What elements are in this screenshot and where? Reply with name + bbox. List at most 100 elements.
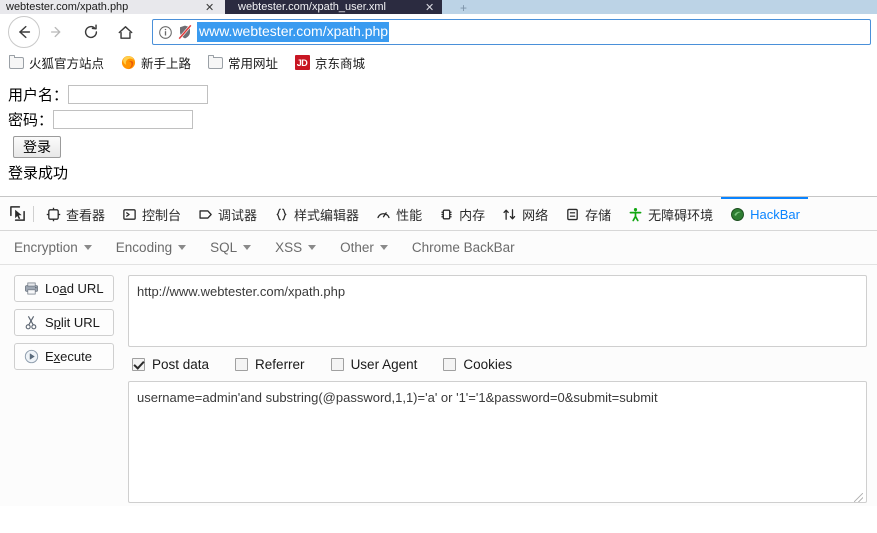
debugger-icon [197,207,213,223]
page-content: 用户名： 密码： 登录 登录成功 [0,76,877,196]
bookmark-item-3-label: 常用网址 [228,57,279,71]
reload-icon [84,24,98,39]
info-circle-icon[interactable] [158,25,173,40]
devtools-tab-performance-label: 性能 [396,208,423,223]
devtools-tab-memory[interactable]: 内存 [430,197,493,230]
forward-arrow-icon [50,26,61,38]
accessibility-icon [627,207,643,223]
devtools-tab-style-editor[interactable]: 样式编辑器 [265,197,367,230]
bookmark-item-2-label: 新手上路 [141,57,192,71]
bookmarks-toolbar: 火狐官方站点 新手上路 常用网址 JD 京东商城 [0,50,877,76]
performance-icon [375,207,391,223]
jd-icon: JD [294,55,310,71]
element-picker-icon[interactable] [4,201,30,227]
split-url-button-label: Split URL [45,315,100,330]
folder-icon [207,54,223,71]
execute-button-label: Execute [45,349,92,364]
username-input[interactable] [68,85,209,104]
bookmark-item-2[interactable]: 新手上路 [120,53,191,72]
bookmark-item-1[interactable]: 火狐官方站点 [8,53,104,72]
address-bar-url-text[interactable]: www.webtester.com/xpath.php [197,22,390,42]
browser-tab-1-close-icon[interactable]: ✕ [205,2,214,14]
cookies-checkbox[interactable] [443,357,457,371]
hackbar-menu-encoding-label: Encoding [115,240,173,255]
devtools-tab-performance[interactable]: 性能 [367,197,430,230]
chevron-down-icon [178,245,187,250]
devtools-tab-accessibility-label: 无障碍环境 [648,208,714,223]
hackbar-menu-other[interactable]: Other [340,240,388,255]
hackbar-menu-chrome-backbar-label: Chrome BackBar [411,240,515,255]
new-tab-button[interactable]: + [460,1,467,14]
user-agent-checkbox-row[interactable]: User Agent [330,356,418,372]
chevron-down-icon [243,245,252,250]
devtools-tab-hackbar-label: HackBar [750,207,800,222]
browser-tab-2-title: webtester.com/xpath_user.xml [238,1,386,13]
hackbar-menu-encoding[interactable]: Encoding [115,240,187,255]
devtools-panel: 查看器 控制台 调试器 样式编辑器 性能 内存 网络 存储 无障碍环境 Hack… [0,196,877,506]
hackbar-menu-sql[interactable]: SQL [210,240,252,255]
login-submit-button[interactable]: 登录 [13,136,61,159]
hackbar-menu-xss[interactable]: XSS [275,240,317,255]
hackbar-options-row: Post data Referrer User Agent Cookies [128,347,867,381]
referrer-checkbox[interactable] [235,357,249,371]
username-row: 用户名： [8,84,877,105]
chevron-down-icon [308,245,317,250]
hackbar-menu-encryption[interactable]: Encryption [14,240,92,255]
bookmark-item-4-label: 京东商城 [315,57,366,71]
network-icon [501,207,517,223]
hackbar-menu-sql-label: SQL [210,240,238,255]
shield-slashed-icon[interactable] [177,24,193,40]
hackbar-url-textarea[interactable]: http://www.webtester.com/xpath.php [128,275,867,347]
reload-button[interactable] [74,15,108,49]
style-editor-icon [273,207,289,223]
devtools-tab-storage[interactable]: 存储 [556,197,619,230]
devtools-tab-console-label: 控制台 [142,208,182,223]
devtools-tab-debugger-label: 调试器 [218,208,258,223]
referrer-checkbox-row[interactable]: Referrer [235,357,305,372]
cookies-label: Cookies [463,356,513,372]
execute-button[interactable]: Execute [14,343,114,370]
address-bar[interactable]: www.webtester.com/xpath.php [152,19,871,45]
user-agent-label: User Agent [350,356,418,372]
load-url-button[interactable]: Load URL [14,275,114,302]
cookies-checkbox-row[interactable]: Cookies [443,357,512,372]
devtools-tab-inspector[interactable]: 查看器 [37,197,113,230]
submit-row: 登录 [8,134,877,159]
password-input[interactable] [53,110,194,129]
post-data-checkbox[interactable] [132,357,145,371]
devtools-tab-console[interactable]: 控制台 [113,197,189,230]
hackbar-post-data-textarea[interactable]: username=admin'and substring(@password,1… [128,381,867,503]
console-icon [121,207,137,223]
forward-button[interactable] [40,15,74,49]
back-button[interactable] [8,16,40,48]
browser-tab-2[interactable]: webtester.com/xpath_user.xml [232,0,442,14]
hackbar-fields: http://www.webtester.com/xpath.php Post … [128,275,867,506]
post-data-textarea-wrapper: username=admin'and substring(@password,1… [128,381,867,506]
bookmark-item-4[interactable]: JD 京东商城 [294,53,365,72]
post-data-checkbox-row[interactable]: Post data [132,357,209,372]
split-url-button[interactable]: Split URL [14,309,114,336]
bookmark-item-1-label: 火狐官方站点 [29,57,105,71]
home-icon [118,25,132,39]
devtools-tab-accessibility[interactable]: 无障碍环境 [619,197,721,230]
inspector-icon [45,207,61,223]
login-status-message: 登录成功 [8,165,69,183]
browser-tab-1-title: webtester.com/xpath.php [6,1,129,13]
devtools-tab-network[interactable]: 网络 [493,197,556,230]
bookmark-item-3[interactable]: 常用网址 [207,53,278,72]
hackbar-menu-chrome-backbar[interactable]: Chrome BackBar [412,240,515,255]
browser-tab-2-close-icon[interactable]: ✕ [425,2,434,14]
hackbar-menu-other-label: Other [340,240,374,255]
devtools-tab-hackbar[interactable]: HackBar [721,197,808,230]
load-url-icon [23,281,39,297]
devtools-tab-memory-label: 内存 [459,208,486,223]
toolbar-divider [33,205,34,222]
folder-icon [8,54,24,71]
browser-tab-1[interactable]: webtester.com/xpath.php [0,0,225,14]
user-agent-checkbox[interactable] [330,357,344,371]
jd-icon-text: JD [294,55,310,70]
home-button[interactable] [108,15,142,49]
hackbar-body: Load URL Split URL Execute http://www.we… [0,265,877,506]
devtools-tab-debugger[interactable]: 调试器 [189,197,265,230]
memory-icon [438,207,454,223]
